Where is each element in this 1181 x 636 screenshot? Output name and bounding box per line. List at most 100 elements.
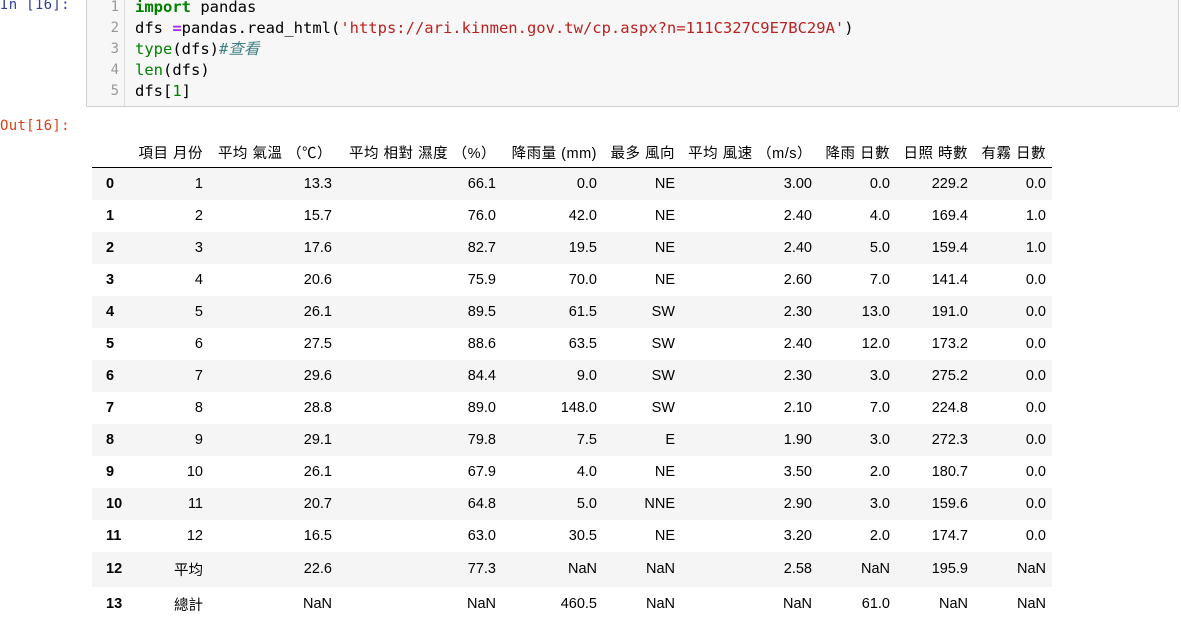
table-cell: NE [654,271,675,288]
table-cell: 2.30 [783,303,812,320]
table-cell: 總計 [174,597,203,614]
table-row: 0 1 13.3 66.1 0.0 NE 3.00 0.0 229.2 0.0 [92,167,1052,200]
table-cell: 169.4 [931,207,968,224]
column-header: 項目 月份 [132,137,209,168]
table-cell: 0.0 [1025,527,1046,544]
header-row: 項目 月份 平均 氣溫 （℃） 平均 相對 濕度 （%） 降雨量 (mm) 最多 風向平… [92,137,1052,168]
row-index: 4 [106,303,115,320]
table-cell: 66.1 [467,175,496,192]
table-cell: 76.0 [467,207,496,224]
column-header: 最多 風向 [603,137,681,168]
table-row: 9 10 26.1 67.9 4.0 NE 3.50 2.0 180.7 0.0 [92,455,1052,488]
row-index: 1 [106,207,115,224]
output-prompt: Out[16]: [0,118,70,134]
line-number: 4 [110,62,119,78]
code-line[interactable]: 3 type(dfs)#查看 [87,39,1178,60]
code-text: len(dfs) [135,60,210,81]
table-cell: NaN [567,561,597,577]
table-cell: 180.7 [931,463,968,480]
row-index: 5 [106,335,115,352]
table-cell: 195.9 [931,561,968,577]
table-cell: 3 [194,239,203,256]
table-cell: 0.0 [869,175,890,192]
code-line[interactable]: 2 dfs =pandas.read_html('https://ari.kinm… [87,18,1178,39]
code-token: = [172,19,182,37]
table-cell: 275.2 [931,367,968,384]
line-number: 1 [110,0,119,15]
column-header: 有霧 日數 [974,137,1052,168]
column-header: 日照 時數 [896,137,974,168]
table-cell: 27.5 [303,335,332,352]
row-index: 2 [106,239,115,256]
code-line[interactable]: 4 len(dfs) [87,60,1178,81]
row-index: 9 [106,463,115,480]
code-token: 'https://ari.kinmen.gov.tw/cp.aspx?n=111… [340,19,845,37]
table-cell: NaN [938,596,968,612]
table-cell: 89.0 [467,399,496,416]
table-cell: NE [654,527,675,544]
table-row: 8 9 29.1 79.8 7.5 E 1.90 3.0 272.3 0.0 [92,423,1052,456]
table-cell: 0.0 [1025,175,1046,192]
table-cell: SW [651,335,675,352]
table-cell: 4.0 [576,463,597,480]
code-token: dfs[ [135,82,173,100]
code-token: import [135,0,191,16]
table-cell: 2.10 [783,399,812,416]
table-cell: 8 [194,399,203,416]
table-cell: 63.0 [467,527,496,544]
table-cell: 4.0 [869,207,890,224]
table-cell: 20.7 [303,495,332,512]
row-index: 12 [106,561,123,577]
code-text: type(dfs)#查看 [135,39,259,60]
table-cell: 0.0 [1025,495,1046,512]
table-cell: 0.0 [1025,367,1046,384]
table-row: 12 平均 22.6 77.3 NaN NaN 2.58 NaN 195.9 NaN [92,551,1052,587]
code-text: dfs[1] [135,81,191,102]
table-cell: 2.40 [783,239,812,256]
table-cell: 75.9 [467,271,496,288]
table-cell: 2.30 [783,367,812,384]
table-cell: 63.5 [568,335,597,352]
table-cell: 19.5 [568,239,597,256]
index-header [92,137,132,168]
table-cell: 191.0 [931,303,968,320]
table-cell: 272.3 [931,431,968,448]
table-cell: 2.60 [783,271,812,288]
table-cell: 11 [187,495,203,512]
table-cell: 460.5 [560,596,597,612]
table-cell: 2.0 [869,463,890,480]
table-cell: 5 [194,303,203,320]
code-line[interactable]: 1 import pandas [87,0,1178,18]
table-cell: 6 [194,335,203,352]
table-cell: NE [654,175,675,192]
code-line[interactable]: 5 dfs[1] [87,81,1178,102]
table-cell: 89.5 [467,303,496,320]
table-cell: 148.0 [560,399,597,416]
column-header: 降雨量 (mm) [502,137,603,168]
table-cell: 42.0 [568,207,597,224]
table-cell: 12.0 [861,335,890,352]
table-cell: 0.0 [1025,463,1046,480]
table-row: 6 7 29.6 84.4 9.0 SW 2.30 3.0 275.2 0.0 [92,359,1052,392]
table-cell: 229.2 [931,175,968,192]
table-row: 4 5 26.1 89.5 61.5 SW 2.30 13.0 191.0 0.0 [92,295,1052,328]
table-cell: 2.90 [783,495,812,512]
table-cell: NE [654,463,675,480]
code-token: dfs [135,19,173,37]
table-cell: 5.0 [869,239,890,256]
code-cell-editor[interactable]: 1 import pandas 2 dfs =pandas.read_html('ht… [86,0,1179,107]
table-cell: 3.0 [869,431,890,448]
table-cell: 4 [194,271,203,288]
table-cell: NaN [1016,596,1046,612]
dataframe-table: 項目 月份 平均 氣溫 （℃） 平均 相對 濕度 （%） 降雨量 (mm) 最多 風向平… [92,137,1052,622]
code-token: 1 [172,82,182,100]
table-cell: 2.40 [783,335,812,352]
table-cell: 12 [186,527,203,544]
table-cell: 0.0 [1025,399,1046,416]
table-cell: 141.4 [931,271,968,288]
line-number: 3 [110,41,119,57]
row-index: 6 [106,367,115,384]
table-row: 11 12 16.5 63.0 30.5 NE 3.20 2.0 174.7 0.0 [92,519,1052,552]
table-cell: 17.6 [303,239,332,256]
table-row: 1 2 15.7 76.0 42.0 NE 2.40 4.0 169.4 1.0 [92,199,1052,232]
